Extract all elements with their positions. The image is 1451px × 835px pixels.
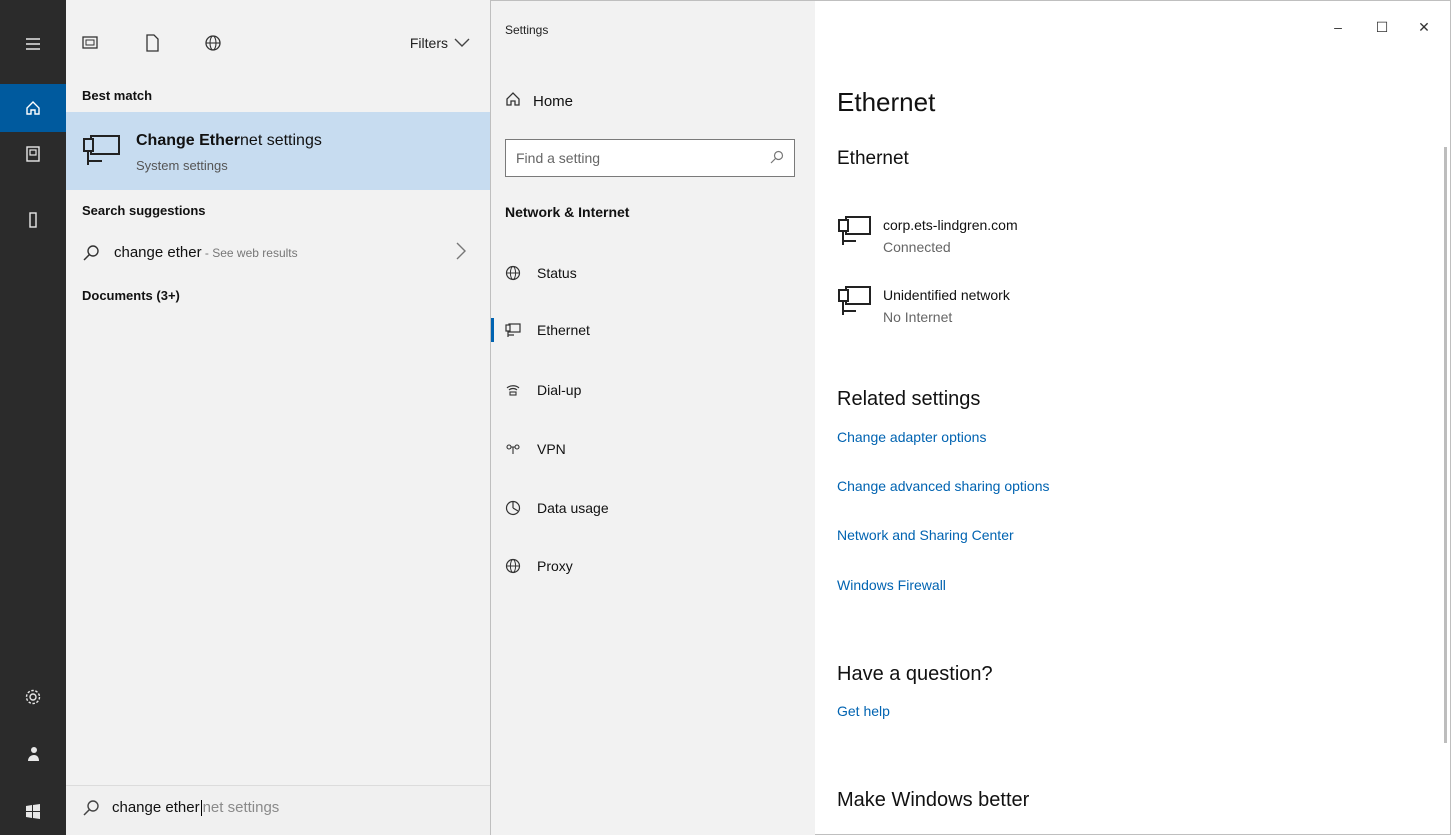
chevron-right-icon <box>456 242 466 265</box>
best-match-title: Change Ethernet settings <box>136 132 322 149</box>
network-status: Connected <box>883 239 951 255</box>
have-a-question-title: Have a question? <box>837 663 993 685</box>
ethernet-icon <box>837 285 873 319</box>
filters-button[interactable]: Filters <box>410 35 470 51</box>
documents-header: Documents (3+) <box>82 288 180 303</box>
scrollbar[interactable] <box>1444 147 1447 743</box>
get-help-link[interactable]: Get help <box>837 703 890 719</box>
search-icon <box>770 150 784 164</box>
data-usage-icon <box>505 500 521 516</box>
network-name: corp.ets-lindgren.com <box>883 217 1018 233</box>
network-sharing-center-link[interactable]: Network and Sharing Center <box>837 527 1014 543</box>
find-setting-field[interactable] <box>505 139 795 177</box>
best-match-subtitle: System settings <box>136 158 228 173</box>
network-status: No Internet <box>883 309 953 325</box>
search-icon <box>82 244 100 262</box>
globe-status-icon <box>505 265 521 281</box>
network-name: Unidentified network <box>883 287 1010 303</box>
nav-item-label: Ethernet <box>537 322 590 338</box>
nav-group-title: Network & Internet <box>505 204 630 220</box>
start-rail <box>0 0 66 835</box>
search-suggestion[interactable]: change ether - See web results <box>66 236 490 272</box>
search-icon <box>82 799 100 817</box>
nav-item-label: Data usage <box>537 500 609 516</box>
windows-firewall-link[interactable]: Windows Firewall <box>837 577 946 593</box>
nav-home[interactable]: Home <box>505 91 573 111</box>
windows-icon[interactable] <box>0 792 66 832</box>
nav-item-data-usage[interactable]: Data usage <box>491 488 815 528</box>
nav-item-label: Dial-up <box>537 382 582 398</box>
home-icon[interactable] <box>0 84 66 132</box>
apps-filter-icon[interactable] <box>82 34 98 52</box>
settings-nav: Settings Home Network & Internet Status <box>491 1 815 835</box>
settings-window: Settings Home Network & Internet Status <box>490 0 1451 835</box>
ethernet-icon <box>837 215 873 249</box>
text-caret <box>200 799 202 816</box>
search-panel: Filters Best match Change Ethernet setti… <box>66 0 490 835</box>
ethernet-icon <box>82 134 122 168</box>
ethernet-section-title: Ethernet <box>837 148 909 169</box>
change-sharing-options-link[interactable]: Change advanced sharing options <box>837 478 1050 494</box>
nav-item-vpn[interactable]: VPN <box>491 429 815 469</box>
nav-item-label: Status <box>537 265 577 281</box>
gear-icon[interactable] <box>0 677 66 717</box>
home-icon <box>505 91 521 111</box>
change-adapter-options-link[interactable]: Change adapter options <box>837 429 986 445</box>
suggestions-header: Search suggestions <box>82 203 206 218</box>
related-settings-title: Related settings <box>837 388 981 410</box>
search-box-text: change ether net settings <box>112 799 280 816</box>
nav-item-ethernet[interactable]: Ethernet <box>491 310 815 350</box>
settings-content: Ethernet Ethernet corp.ets-lindgren.com … <box>815 1 1451 834</box>
chevron-down-icon <box>454 35 470 51</box>
find-setting-input[interactable] <box>506 140 756 176</box>
hamburger-icon[interactable] <box>0 24 66 64</box>
web-filter-icon[interactable] <box>204 34 221 52</box>
nav-item-label: VPN <box>537 441 566 457</box>
best-match-item[interactable]: Change Ethernet settings System settings <box>66 112 490 190</box>
dialup-icon <box>505 382 521 398</box>
make-windows-better-title: Make Windows better <box>837 789 1030 811</box>
device-icon[interactable] <box>0 200 66 240</box>
network-item[interactable]: corp.ets-lindgren.com Connected <box>837 213 1237 263</box>
filters-label: Filters <box>409 35 448 51</box>
ethernet-icon <box>505 322 521 338</box>
search-box-content[interactable]: change ether net settings <box>82 799 279 817</box>
nav-home-label: Home <box>533 92 574 110</box>
window-title: Settings <box>505 23 549 37</box>
page-title: Ethernet <box>837 87 936 117</box>
nav-item-proxy[interactable]: Proxy <box>491 546 815 586</box>
nav-item-label: Proxy <box>537 558 573 574</box>
proxy-icon <box>505 558 521 574</box>
search-toolbar: Filters <box>66 0 490 80</box>
nav-item-dialup[interactable]: Dial-up <box>491 370 815 410</box>
user-icon[interactable] <box>0 734 66 774</box>
suggestion-text: change ether - See web results <box>114 244 298 261</box>
nav-item-status[interactable]: Status <box>491 253 815 293</box>
documents-filter-icon[interactable] <box>144 34 160 52</box>
notebook-icon[interactable] <box>0 134 66 174</box>
vpn-icon <box>505 441 521 457</box>
network-item[interactable]: Unidentified network No Internet <box>837 283 1237 333</box>
best-match-header: Best match <box>82 88 153 103</box>
